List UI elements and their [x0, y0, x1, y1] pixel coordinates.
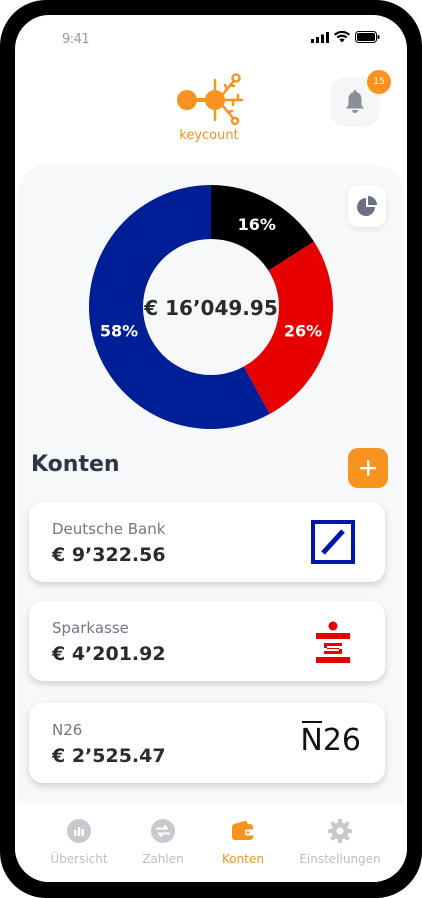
- plus-icon: [360, 460, 376, 476]
- nav-item-accounts[interactable]: Konten: [218, 819, 268, 866]
- add-account-button[interactable]: [348, 448, 388, 488]
- nav-label: Konten: [222, 852, 264, 866]
- app-logo: keycount: [170, 60, 260, 145]
- account-name: Deutsche Bank: [52, 520, 166, 538]
- donut-slice-label: 58%: [100, 322, 138, 341]
- status-time: 9:41: [62, 32, 90, 47]
- bell-icon: [346, 90, 364, 113]
- deutsche-bank-logo: [311, 520, 355, 564]
- accounts-title: Konten: [31, 452, 120, 477]
- nav-item-overview[interactable]: Übersicht: [49, 819, 109, 866]
- account-balance: € 2’525.47: [52, 745, 166, 767]
- notification-badge: 15: [367, 70, 391, 94]
- bar-chart-icon: [67, 819, 91, 843]
- bottom-navigation: Übersicht Zahlen Konten Einstellungen: [15, 803, 407, 882]
- account-balance: € 9’322.56: [52, 544, 166, 566]
- account-name: N26: [52, 721, 83, 739]
- donut-slice-label: 16%: [238, 215, 276, 234]
- account-balance: € 4’201.92: [52, 643, 166, 665]
- nav-label: Übersicht: [50, 852, 108, 866]
- transfer-icon: [151, 819, 175, 843]
- n26-logo: N26: [300, 721, 361, 759]
- wallet-icon: [232, 820, 254, 840]
- donut-slice-label: 26%: [284, 322, 322, 341]
- balance-donut-chart: 16% 26% 58% € 16’049.95: [89, 185, 333, 429]
- battery-icon: [355, 31, 380, 43]
- status-bar: 9:41: [15, 15, 407, 65]
- account-name: Sparkasse: [52, 619, 129, 637]
- total-balance: € 16’049.95: [143, 296, 278, 320]
- account-card-n26[interactable]: N26 € 2’525.47 N26: [29, 703, 385, 783]
- account-card-sparkasse[interactable]: Sparkasse € 4’201.92: [29, 601, 385, 681]
- gear-icon: [328, 819, 352, 843]
- account-card-deutsche-bank[interactable]: Deutsche Bank € 9’322.56: [29, 502, 385, 582]
- nav-label: Zahlen: [142, 852, 184, 866]
- signal-icon: [311, 31, 329, 43]
- nav-item-settings[interactable]: Einstellungen: [297, 819, 383, 866]
- wifi-icon: [334, 31, 350, 43]
- nav-label: Einstellungen: [299, 852, 381, 866]
- pie-chart-icon: [357, 196, 377, 216]
- app-screen: 9:41 keycount 15 16% 26% 58% € 16’049.95…: [15, 15, 407, 882]
- sparkasse-logo: [316, 621, 350, 663]
- logo-text: keycount: [179, 128, 239, 143]
- status-icons: [311, 31, 380, 43]
- n26-logo-text: N26: [300, 723, 361, 758]
- phone-frame: 9:41 keycount 15 16% 26% 58% € 16’049.95…: [0, 0, 422, 898]
- chart-toggle-button[interactable]: [348, 185, 386, 227]
- nav-item-payments[interactable]: Zahlen: [137, 819, 189, 866]
- key-logo-icon: [177, 73, 244, 126]
